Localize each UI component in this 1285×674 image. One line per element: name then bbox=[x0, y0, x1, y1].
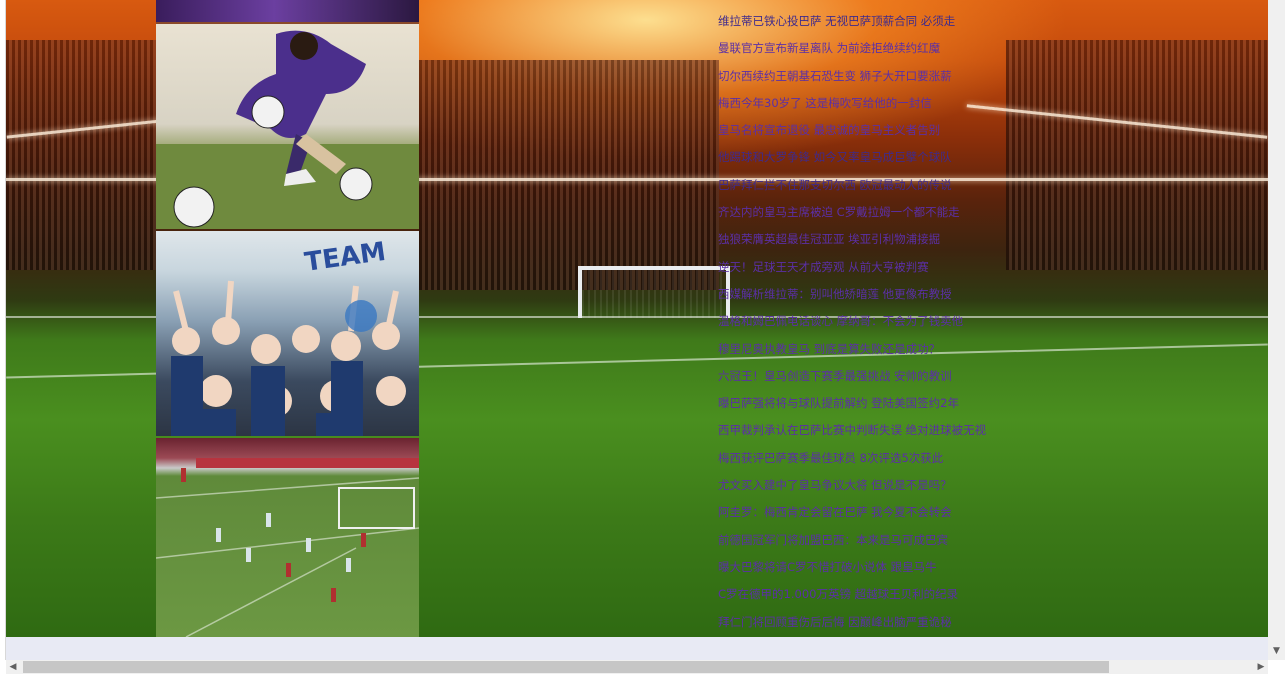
news-link[interactable]: 曼联官方宣布新星离队 为前途拒绝续约红魔 bbox=[718, 35, 1038, 62]
news-link[interactable]: 六冠王！皇马创造下赛季最强挑战 安帅的教训 bbox=[718, 363, 1038, 390]
photo-match-action[interactable] bbox=[156, 438, 419, 637]
news-link[interactable]: 温格和姆巴佩电话谈心 摩纳哥：不会为了钱卖他 bbox=[718, 308, 1038, 335]
photo-column: TEAM bbox=[156, 0, 419, 637]
news-link[interactable]: 梅西今年30岁了 这是梅吹写给他的一封信 bbox=[718, 90, 1038, 117]
stand-right bbox=[1006, 40, 1268, 270]
news-link[interactable]: 他踢球和大罗争锋 如今又率皇马成巨擘个球队 bbox=[718, 144, 1038, 171]
stand-left bbox=[6, 40, 156, 270]
scroll-down-arrow-icon[interactable]: ▼ bbox=[1268, 644, 1285, 658]
news-link[interactable]: 曝巴萨强将将与球队提前解约 登陆美国签约2年 bbox=[718, 390, 1038, 417]
news-link[interactable]: 独狼荣膺英超最佳冠亚亚 埃亚引利物浦接掘 bbox=[718, 226, 1038, 253]
news-link[interactable]: 梅西获评巴萨赛季最佳球员 8次评选5次获此 bbox=[718, 445, 1038, 472]
page-bottom-band bbox=[6, 637, 1268, 660]
photo-player-top[interactable] bbox=[156, 0, 419, 24]
news-link[interactable]: 曝大巴黎将请C罗不惜打破小说体 跟皇马牛 bbox=[718, 554, 1038, 581]
news-link[interactable]: 维拉蒂已铁心投巴萨 无视巴萨顶薪合同 必须走 bbox=[718, 8, 1038, 35]
news-link[interactable]: 尤文买入建中了皇马争议大将 但说是不是吗？ bbox=[718, 472, 1038, 499]
news-link[interactable]: 拜仁门将回顾重伤后后悔 因巅峰出脑严重诡秘 bbox=[718, 609, 1038, 636]
news-link[interactable]: C罗在德甲的1.000万英镑 超越球王贝利的纪录 bbox=[718, 581, 1038, 608]
scroll-left-arrow-icon[interactable]: ◀ bbox=[6, 660, 20, 674]
horizontal-scroll-thumb[interactable] bbox=[23, 661, 1109, 673]
photo-player-kicking[interactable] bbox=[156, 24, 419, 229]
match-illustration bbox=[156, 458, 419, 637]
window-left-edge bbox=[0, 0, 6, 660]
player-illustration bbox=[156, 30, 419, 229]
news-link[interactable]: 前德国冠军门将加盟巴西：本来是马可成巴宾 bbox=[718, 527, 1038, 554]
scroll-right-arrow-icon[interactable]: ▶ bbox=[1254, 660, 1268, 674]
news-link[interactable]: 西甲裁判承认在巴萨比赛中判断失误 绝对进球被无视 bbox=[718, 417, 1038, 444]
news-link[interactable]: 阿圭罗：梅西肯定会留在巴萨 我今夏不会转会 bbox=[718, 499, 1038, 526]
news-link[interactable]: 西媒解析维拉蒂：别叫他矫暗莲 他更像布教授 bbox=[718, 281, 1038, 308]
news-link[interactable]: 巴萨拜仁拦不住那支切尔西 欧冠最动人的传说 bbox=[718, 172, 1038, 199]
stadium-background: TEAM 维拉蒂已铁心投巴萨 无视巴萨顶薪合同 必须走 曼联官方宣布新星离队 为… bbox=[6, 0, 1268, 637]
news-link[interactable]: 穆里尼奥执教皇马 到底是算失败还是成功？ bbox=[718, 336, 1038, 363]
fans-illustration: TEAM bbox=[171, 237, 406, 436]
photo-cheering-fans[interactable]: TEAM bbox=[156, 231, 419, 436]
news-link[interactable]: 切尔西续约王朝基石恐生变 狮子大开口要涨薪 bbox=[718, 63, 1038, 90]
news-link[interactable]: 皇马名将宣布退役 最忠诚的皇马主义者告别 bbox=[718, 117, 1038, 144]
vertical-scrollbar[interactable]: ▼ bbox=[1268, 0, 1285, 660]
news-link[interactable]: 齐达内的皇马主席被迫 C罗戴拉姆一个都不能走 bbox=[718, 199, 1038, 226]
news-list: 维拉蒂已铁心投巴萨 无视巴萨顶薪合同 必须走 曼联官方宣布新星离队 为前途拒绝续… bbox=[718, 8, 1038, 636]
svg-text:TEAM: TEAM bbox=[303, 237, 388, 278]
goal-net bbox=[578, 266, 730, 318]
horizontal-scrollbar[interactable]: ◀ ▶ bbox=[6, 660, 1268, 674]
stand-center-left bbox=[419, 60, 719, 290]
news-link[interactable]: 逆天！足球王天才成旁观 从前大亨被判赛 bbox=[718, 254, 1038, 281]
